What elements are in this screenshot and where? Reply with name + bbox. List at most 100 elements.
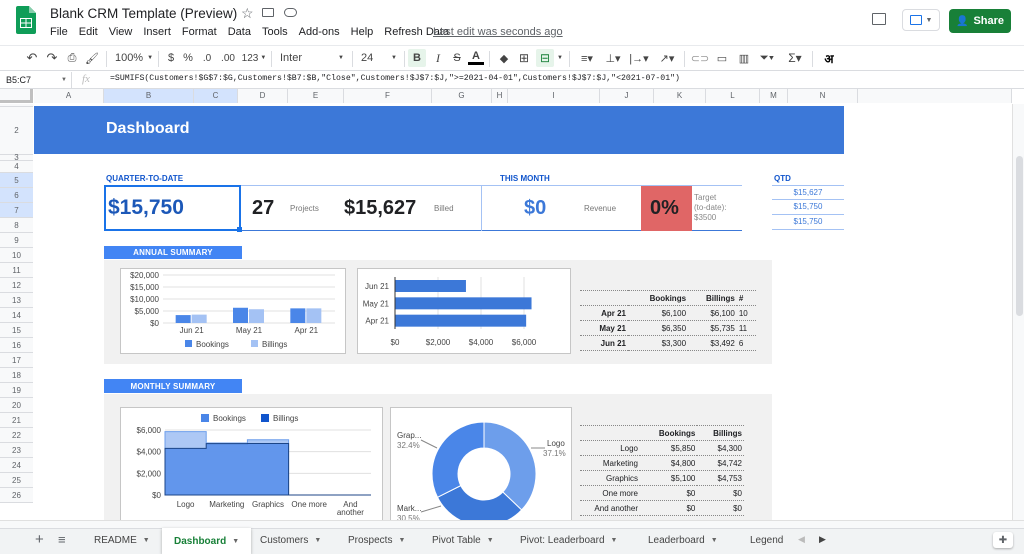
annual-bar-chart[interactable]: $0 $2,000 $4,000 $6,000 Jun 21 May 21 Apr 21 <box>357 268 571 354</box>
print-icon[interactable]: ⎙ <box>64 50 80 66</box>
row-header-6[interactable]: 6 <box>0 188 33 203</box>
sheet-tab-prospects[interactable]: Prospects ▼ <box>336 531 417 549</box>
column-header-l[interactable]: L <box>706 89 760 103</box>
menu-help[interactable]: Help <box>351 26 374 38</box>
functions-icon[interactable]: Σ▾ <box>784 50 806 66</box>
sheet-grid[interactable]: Dashboard QUARTER-TO-DATE THIS MONTH QTD… <box>34 104 1012 520</box>
column-header-a[interactable]: A <box>34 89 104 103</box>
text-rotation-icon[interactable]: ↗▾ <box>656 50 678 66</box>
zoom-select[interactable]: 100% ▼ <box>112 50 156 66</box>
row-header-11[interactable]: 11 <box>0 263 33 278</box>
insert-link-icon[interactable]: ⊂⊃ <box>691 50 709 66</box>
selection-handle[interactable] <box>237 227 242 232</box>
share-button[interactable]: 👤 Share <box>949 9 1011 33</box>
strikethrough-button[interactable]: S <box>449 50 465 66</box>
row-header-14[interactable]: 14 <box>0 308 33 323</box>
name-box[interactable]: B5:C7 ▼ <box>0 72 72 88</box>
row-header-22[interactable]: 22 <box>0 428 33 443</box>
font-family-select[interactable]: Inter ▼ <box>276 50 348 66</box>
column-header-e[interactable]: E <box>288 89 344 103</box>
currency-format-button[interactable]: $ <box>164 50 178 66</box>
chevron-down-icon[interactable]: ▼ <box>556 50 564 66</box>
explore-button[interactable]: ✚ <box>993 532 1013 548</box>
column-header-b[interactable]: B <box>104 89 194 103</box>
vertical-scrollbar[interactable] <box>1012 104 1024 520</box>
move-folder-icon[interactable] <box>262 8 274 17</box>
formula-input[interactable]: =SUMIFS(Customers!$G$7:$G,Customers!$B7:… <box>110 74 680 83</box>
sheets-logo-icon[interactable] <box>16 6 36 34</box>
merge-cells-icon[interactable]: ⊟ <box>536 49 554 67</box>
fill-color-icon[interactable]: ◆ <box>496 50 512 66</box>
row-header-7[interactable]: 7 <box>0 203 33 218</box>
select-all-corner[interactable] <box>0 89 33 103</box>
row-header-25[interactable]: 25 <box>0 473 33 488</box>
font-size-select[interactable]: 24 ▼ <box>357 50 401 66</box>
more-formats-button[interactable]: 123 ▼ <box>241 50 267 66</box>
column-header-h[interactable]: H <box>492 89 508 103</box>
row-header-16[interactable]: 16 <box>0 338 33 353</box>
row-header-20[interactable]: 20 <box>0 398 33 413</box>
menu-data[interactable]: Data <box>228 26 251 38</box>
sheet-tab-legend[interactable]: Legend <box>738 531 795 549</box>
menu-insert[interactable]: Insert <box>143 26 171 38</box>
row-header-10[interactable]: 10 <box>0 248 33 263</box>
percent-format-button[interactable]: % <box>181 50 195 66</box>
all-sheets-icon[interactable]: ≡ <box>58 532 66 547</box>
horizontal-scrollbar[interactable] <box>0 520 1024 528</box>
sheet-tab-pivot-leaderboard[interactable]: Pivot: Leaderboard ▼ <box>508 531 629 549</box>
increase-decimal-button[interactable]: .00 <box>219 50 237 66</box>
insert-comment-icon[interactable]: ▭ <box>714 50 730 66</box>
column-header-n[interactable]: N <box>788 89 858 103</box>
column-header-k[interactable]: K <box>654 89 706 103</box>
annual-column-chart[interactable]: $0 $5,000 $10,000 $15,000 $20,000 Jun 21 May 2… <box>120 268 346 354</box>
sheet-tab-customers[interactable]: Customers ▼ <box>248 531 333 549</box>
row-header-17[interactable]: 17 <box>0 353 33 368</box>
decrease-decimal-button[interactable]: .0 <box>199 50 215 66</box>
scroll-tabs-right-icon[interactable]: ▶ <box>819 534 826 545</box>
sheet-tab-leaderboard[interactable]: Leaderboard ▼ <box>636 531 730 549</box>
menu-file[interactable]: File <box>50 26 68 38</box>
column-header-d[interactable]: D <box>238 89 288 103</box>
column-header-j[interactable]: J <box>600 89 654 103</box>
row-header-19[interactable]: 19 <box>0 383 33 398</box>
column-header-g[interactable]: G <box>432 89 492 103</box>
row-header-18[interactable]: 18 <box>0 368 33 383</box>
row-header-12[interactable]: 12 <box>0 278 33 293</box>
column-header-m[interactable]: M <box>760 89 788 103</box>
row-header-8[interactable]: 8 <box>0 218 33 233</box>
row-header-5[interactable]: 5 <box>0 173 33 188</box>
row-header-15[interactable]: 15 <box>0 323 33 338</box>
text-color-button[interactable]: A <box>468 49 484 65</box>
text-wrapping-icon[interactable]: |→▾ <box>628 50 650 66</box>
monthly-area-chart[interactable]: $0 $2,000 $4,000 $6,000 Logo Marketing Graphic… <box>120 407 383 520</box>
add-sheet-icon[interactable]: + <box>35 531 44 548</box>
scrollbar-thumb[interactable] <box>1016 156 1023 316</box>
menu-format[interactable]: Format <box>182 26 217 38</box>
insert-chart-icon[interactable]: ▥ <box>736 50 752 66</box>
sheet-tab-pivot-table[interactable]: Pivot Table ▼ <box>420 531 506 549</box>
undo-icon[interactable]: ↶ <box>24 50 40 66</box>
row-header-21[interactable]: 21 <box>0 413 33 428</box>
paint-format-icon[interactable]: 🖌 <box>84 50 100 66</box>
star-icon[interactable]: ☆ <box>241 5 254 22</box>
column-header-f[interactable]: F <box>344 89 432 103</box>
row-header-24[interactable]: 24 <box>0 458 33 473</box>
document-title[interactable]: Blank CRM Template (Preview) <box>50 6 237 21</box>
input-tools-button[interactable]: अ <box>820 50 838 66</box>
present-button[interactable]: ▼ <box>902 9 940 31</box>
bold-button[interactable]: B <box>408 49 426 67</box>
menu-addons[interactable]: Add-ons <box>299 26 340 38</box>
sheet-tab-dashboard[interactable]: Dashboard ▼ <box>162 528 252 554</box>
horizontal-align-icon[interactable]: ≡▾ <box>576 50 598 66</box>
row-header-23[interactable]: 23 <box>0 443 33 458</box>
row-header-4[interactable]: 4 <box>0 161 33 173</box>
sheet-tab-readme[interactable]: README ▼ <box>82 531 162 549</box>
menu-edit[interactable]: Edit <box>79 26 98 38</box>
column-header-c[interactable]: C <box>194 89 238 103</box>
scroll-tabs-left-icon[interactable]: ◀ <box>798 534 805 545</box>
menu-view[interactable]: View <box>109 26 133 38</box>
row-header-26[interactable]: 26 <box>0 488 33 503</box>
monthly-donut-chart[interactable]: Logo 37.1% Grap... 32.4% Mark... 30.5% <box>390 407 572 520</box>
row-header-2[interactable]: 2 <box>0 107 33 155</box>
column-header-i[interactable]: I <box>508 89 600 103</box>
